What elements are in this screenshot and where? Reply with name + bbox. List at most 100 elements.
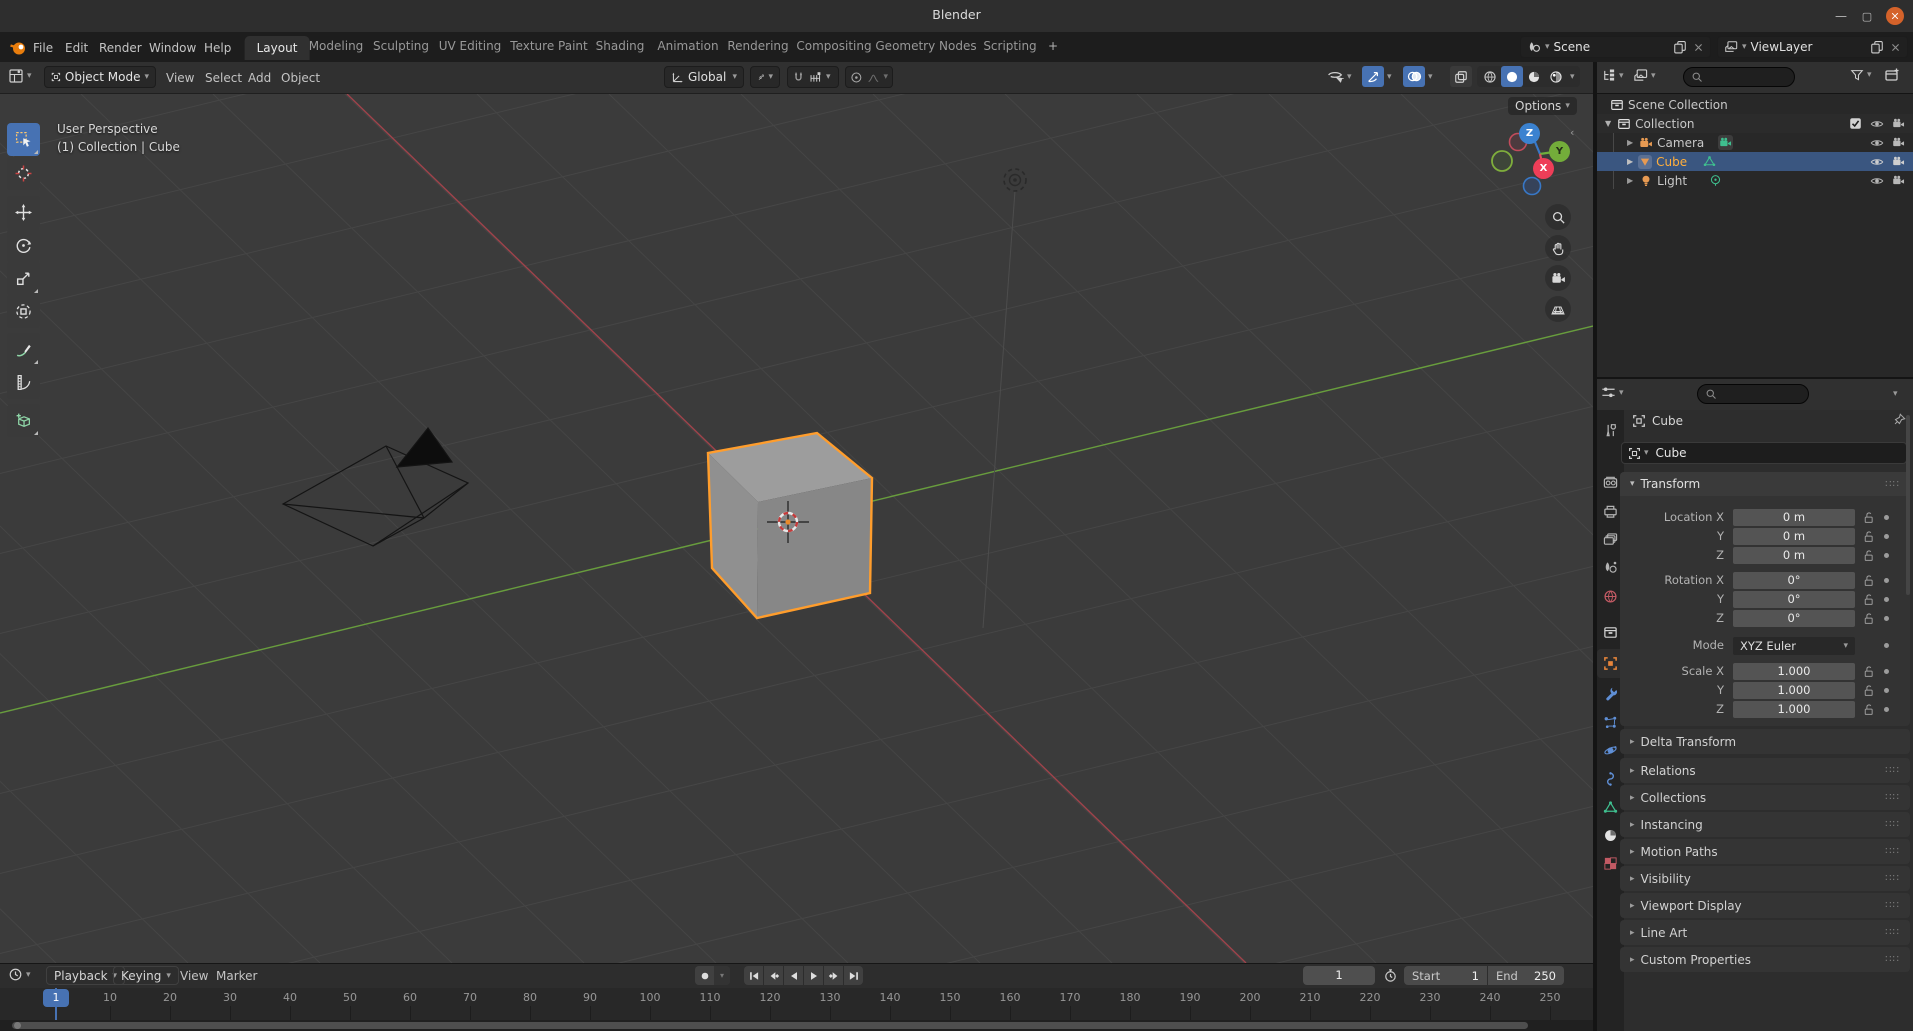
shading-wireframe-button[interactable]: [1479, 66, 1501, 87]
tab-physics[interactable]: [1601, 741, 1620, 760]
snap-controls[interactable]: ▾: [787, 66, 839, 88]
section-collections[interactable]: ▸Collections∷∷: [1620, 785, 1910, 810]
panel-drag-dots[interactable]: ∷∷: [1885, 819, 1900, 830]
lock-icon[interactable]: [1862, 684, 1875, 697]
rotation-mode-dropdown[interactable]: XYZ Euler ▾: [1733, 637, 1855, 655]
current-frame-field[interactable]: 1: [1303, 966, 1375, 985]
menu-view[interactable]: View: [166, 71, 194, 85]
close-button[interactable]: [1886, 7, 1904, 25]
play-reverse-button[interactable]: [784, 966, 803, 985]
outliner-search-input[interactable]: [1683, 67, 1795, 87]
timeline-marker-menu[interactable]: Marker: [216, 969, 257, 983]
rotation-z-field[interactable]: 0°: [1733, 610, 1855, 627]
tool-measure[interactable]: [7, 366, 40, 399]
viewport-perspective-toggle-button[interactable]: [1545, 296, 1571, 322]
tool-add-cube[interactable]: [7, 404, 40, 437]
workspace-tab-sculpting[interactable]: Sculpting: [373, 39, 429, 53]
outliner-display-mode[interactable]: ▾: [1633, 68, 1656, 83]
section-custom-properties[interactable]: ▸Custom Properties∷∷: [1620, 947, 1910, 972]
tool-scale[interactable]: [7, 262, 40, 295]
menu-edit[interactable]: Edit: [65, 41, 88, 55]
location-x-field[interactable]: 0 m: [1733, 509, 1855, 526]
tab-tool[interactable]: [1601, 421, 1620, 440]
stopwatch-icon[interactable]: [1383, 968, 1398, 983]
previous-keyframe-button[interactable]: [764, 966, 783, 985]
scale-x-field[interactable]: 1.000: [1733, 663, 1855, 680]
scale-z-field[interactable]: 1.000: [1733, 701, 1855, 718]
section-visibility[interactable]: ▸Visibility∷∷: [1620, 866, 1910, 891]
viewport-3d[interactable]: User Perspective (1) Collection | Cube O…: [0, 94, 1593, 963]
light-data-badge[interactable]: [1709, 174, 1722, 187]
section-motion-paths[interactable]: ▸Motion Paths∷∷: [1620, 839, 1910, 864]
section-delta-transform[interactable]: ▸Delta Transform: [1620, 729, 1910, 754]
shading-rendered-button[interactable]: [1545, 66, 1567, 87]
tab-output[interactable]: [1601, 502, 1620, 521]
outliner-row-cube-selected[interactable]: ▶ Cube: [1597, 152, 1913, 171]
workspace-tab-animation[interactable]: Animation: [657, 39, 718, 53]
panel-drag-dots[interactable]: ∷∷: [1885, 846, 1900, 857]
workspace-tab-geometry-nodes[interactable]: Geometry Nodes: [875, 39, 976, 53]
tool-rotate[interactable]: [7, 229, 40, 262]
animate-property-dot[interactable]: [1884, 707, 1889, 712]
tab-texture[interactable]: [1601, 854, 1620, 873]
proportional-editing-icon[interactable]: [850, 71, 863, 84]
workspace-tab-compositing[interactable]: Compositing: [796, 39, 871, 53]
viewport-scene[interactable]: [0, 94, 1593, 963]
animate-property-dot[interactable]: [1884, 534, 1889, 539]
magnet-icon[interactable]: [792, 71, 805, 84]
outliner-row-camera[interactable]: ▶ Camera: [1597, 133, 1913, 152]
unlink-scene-icon[interactable]: [1693, 42, 1704, 53]
object-name-field[interactable]: ▾ Cube: [1621, 442, 1907, 464]
tab-world[interactable]: [1601, 587, 1620, 606]
shading-solid-button[interactable]: [1501, 66, 1523, 87]
hide-eye-icon[interactable]: [1870, 136, 1884, 150]
lock-icon[interactable]: [1862, 703, 1875, 716]
new-viewlayer-icon[interactable]: [1870, 40, 1884, 54]
gizmo-axis-neg-z[interactable]: [1524, 178, 1541, 195]
workspace-tab-texture-paint[interactable]: Texture Paint: [510, 39, 587, 53]
viewport-zoom-button[interactable]: [1545, 204, 1571, 230]
pin-icon[interactable]: [1892, 413, 1906, 427]
section-instancing[interactable]: ▸Instancing∷∷: [1620, 812, 1910, 837]
workspace-tab-rendering[interactable]: Rendering: [727, 39, 788, 53]
timeline-ruler[interactable]: 1020304050607080901001101201301401501601…: [0, 988, 1593, 1020]
editor-type-selector-outliner[interactable]: ▾: [1601, 68, 1624, 83]
location-y-field[interactable]: 0 m: [1733, 528, 1855, 545]
disclosure-triangle-icon[interactable]: ▼: [1605, 119, 1611, 128]
menu-window[interactable]: Window: [149, 41, 196, 55]
scene-selector[interactable]: ▾ Scene: [1520, 36, 1711, 58]
section-viewport-display[interactable]: ▸Viewport Display∷∷: [1620, 893, 1910, 918]
section-relations[interactable]: ▸Relations∷∷: [1620, 758, 1910, 783]
disable-render-camera-icon[interactable]: [1892, 136, 1905, 149]
timeline-scrollbar[interactable]: [12, 1022, 1528, 1029]
properties-search-input[interactable]: [1697, 384, 1809, 404]
disclosure-triangle-icon[interactable]: ▶: [1627, 157, 1633, 166]
menu-object[interactable]: Object: [281, 71, 320, 85]
pivot-point-selector[interactable]: ▾: [750, 66, 780, 88]
lock-icon[interactable]: [1862, 549, 1875, 562]
collection-checkbox-icon[interactable]: [1849, 117, 1862, 130]
editor-type-selector-3d-viewport[interactable]: ▾: [8, 68, 32, 84]
mesh-data-badge[interactable]: [1703, 155, 1716, 168]
outliner-row-light[interactable]: ▶ Light: [1597, 171, 1913, 190]
gizmos-toggle[interactable]: ▾: [1362, 66, 1392, 87]
light-object[interactable]: [983, 169, 1026, 628]
lock-icon[interactable]: [1862, 574, 1875, 587]
shading-material-button[interactable]: [1523, 66, 1545, 87]
viewport-camera-view-button[interactable]: [1545, 265, 1571, 291]
frame-end-field[interactable]: End 250: [1488, 966, 1564, 985]
panel-drag-dots[interactable]: ∷∷: [1885, 479, 1900, 490]
viewlayer-selector[interactable]: ▾ ViewLayer: [1717, 36, 1908, 58]
tab-view-layer[interactable]: [1601, 530, 1620, 549]
animate-property-dot[interactable]: [1884, 578, 1889, 583]
timeline-view-menu[interactable]: View: [180, 969, 208, 983]
gizmo-axis-x[interactable]: X: [1533, 158, 1554, 179]
panel-drag-dots[interactable]: ∷∷: [1885, 900, 1900, 911]
animate-property-dot[interactable]: [1884, 597, 1889, 602]
outliner-row-scene-collection[interactable]: Scene Collection: [1597, 95, 1913, 114]
scene-name[interactable]: Scene: [1554, 40, 1591, 54]
menu-select[interactable]: Select: [205, 71, 242, 85]
tab-object-data[interactable]: [1601, 798, 1620, 817]
overlays-toggle[interactable]: ▾: [1403, 66, 1433, 87]
lock-icon[interactable]: [1862, 593, 1875, 606]
